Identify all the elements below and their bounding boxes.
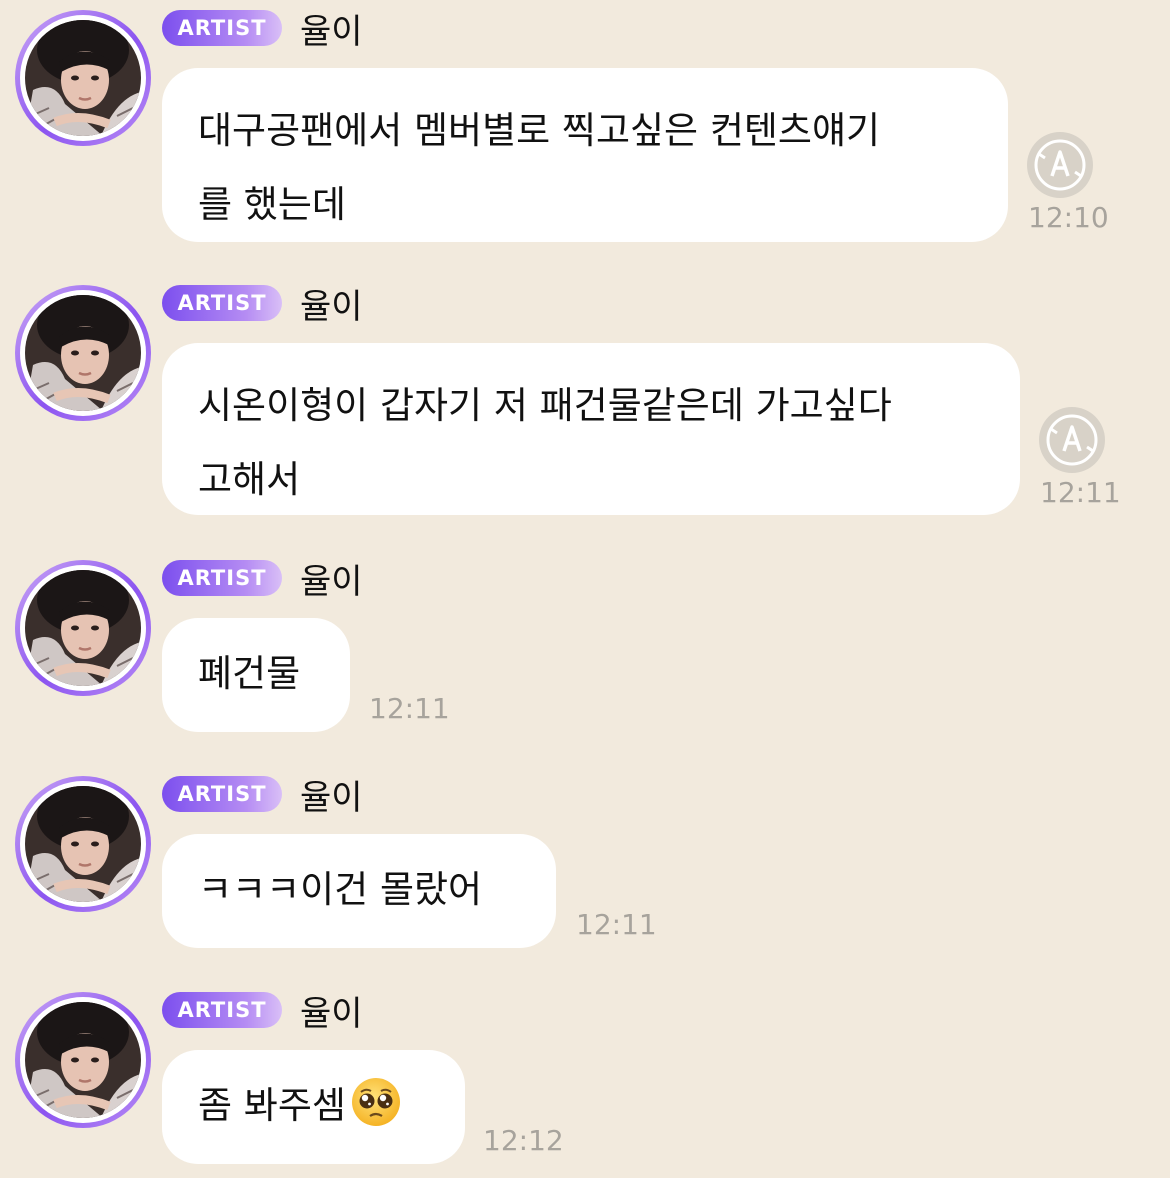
translate-icon [1034, 139, 1086, 191]
message-item: ARTIST 율이 ㅋㅋㅋ이건 몰랐어 12:11 [0, 774, 1170, 948]
avatar-photo [25, 20, 141, 136]
pleading-face-emoji [351, 1078, 400, 1126]
sender-name[interactable]: 율이 [300, 279, 363, 328]
avatar-photo [25, 1002, 141, 1118]
avatar[interactable] [15, 10, 151, 146]
avatar-photo [25, 786, 141, 902]
artist-badge: ARTIST [162, 776, 282, 812]
avatar[interactable] [15, 776, 151, 912]
message-header: ARTIST 율이 [162, 8, 363, 52]
artist-badge: ARTIST [162, 10, 282, 46]
message-text: 를 했는데 [198, 183, 346, 226]
message-item: ARTIST 율이 폐건물 12:11 [0, 558, 1170, 732]
message-time: 12:10 [1028, 201, 1109, 234]
message-bubble[interactable]: 폐건물 [162, 618, 350, 732]
message-text: 좀 봐주셈 [198, 1069, 429, 1143]
artist-badge: ARTIST [162, 992, 282, 1028]
message-bubble[interactable]: ㅋㅋㅋ이건 몰랐어 [162, 834, 556, 948]
message-time: 12:11 [369, 692, 450, 725]
translate-button[interactable] [1039, 407, 1105, 473]
artist-badge: ARTIST [162, 560, 282, 596]
message-bubble[interactable]: 시온이형이 갑자기 저 패건물같은데 가고싶다 고해서 [162, 343, 1020, 515]
message-item: ARTIST 율이 좀 봐주셈 12:12 [0, 990, 1170, 1164]
message-text-content: 좀 봐주셈 [198, 1084, 346, 1127]
sender-name[interactable]: 율이 [300, 554, 363, 603]
translate-button[interactable] [1027, 132, 1093, 198]
message-time: 12:11 [1040, 476, 1121, 509]
avatar-photo [25, 295, 141, 411]
sender-name[interactable]: 율이 [300, 770, 363, 819]
message-text: 폐건물 [198, 652, 301, 695]
avatar-photo [25, 570, 141, 686]
message-header: ARTIST 율이 [162, 990, 363, 1034]
message-text: ㅋㅋㅋ이건 몰랐어 [198, 868, 483, 911]
message-time: 12:12 [483, 1124, 564, 1157]
avatar[interactable] [15, 560, 151, 696]
message-text: 대구공팬에서 멤버별로 찍고싶은 컨텐츠얘기 [198, 109, 881, 152]
message-text: 고해서 [198, 458, 301, 501]
message-bubble[interactable]: 좀 봐주셈 [162, 1050, 465, 1164]
message-header: ARTIST 율이 [162, 283, 363, 327]
avatar[interactable] [15, 285, 151, 421]
artist-badge: ARTIST [162, 285, 282, 321]
message-bubble[interactable]: 대구공팬에서 멤버별로 찍고싶은 컨텐츠얘기 를 했는데 [162, 68, 1008, 242]
message-header: ARTIST 율이 [162, 558, 363, 602]
sender-name[interactable]: 율이 [300, 4, 363, 53]
message-header: ARTIST 율이 [162, 774, 363, 818]
message-item: ARTIST 율이 대구공팬에서 멤버별로 찍고싶은 컨텐츠얘기 를 했는데 1… [0, 8, 1170, 242]
message-item: ARTIST 율이 시온이형이 갑자기 저 패건물같은데 가고싶다 고해서 12… [0, 283, 1170, 515]
message-text: 시온이형이 갑자기 저 패건물같은데 가고싶다 [198, 384, 892, 427]
message-time: 12:11 [576, 908, 657, 941]
avatar[interactable] [15, 992, 151, 1128]
sender-name[interactable]: 율이 [300, 986, 363, 1035]
translate-icon [1046, 414, 1098, 466]
